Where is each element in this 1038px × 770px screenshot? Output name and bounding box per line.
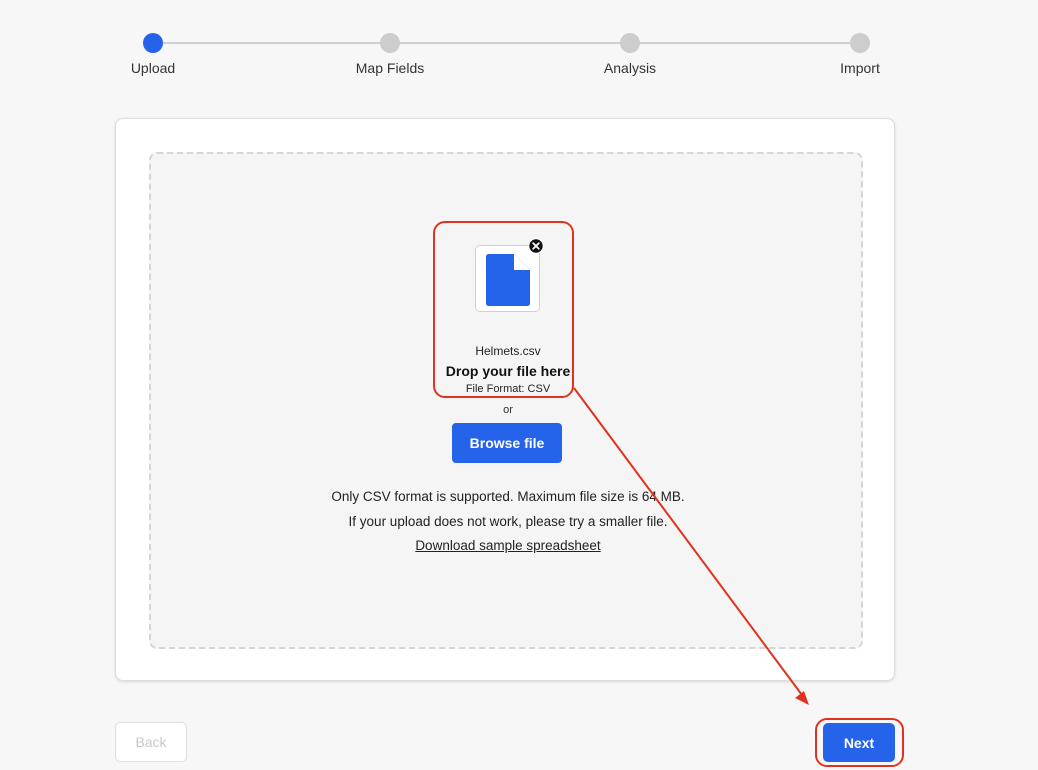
download-sample-link[interactable]: Download sample spreadsheet [415, 538, 600, 553]
upload-card: Helmets.csv Drop your file here File For… [115, 118, 895, 681]
download-sample-container: Download sample spreadsheet [151, 538, 865, 553]
step-analysis[interactable]: Analysis [570, 33, 690, 76]
step-map-fields-label: Map Fields [355, 60, 425, 76]
step-map-fields-indicator [380, 33, 400, 53]
step-upload-label: Upload [130, 60, 176, 76]
step-import-label: Import [840, 60, 880, 76]
step-analysis-label: Analysis [603, 60, 657, 76]
document-icon [486, 254, 530, 306]
step-import-indicator [850, 33, 870, 53]
step-import[interactable]: Import [800, 33, 920, 76]
stepper-track [155, 42, 863, 44]
browse-file-button[interactable]: Browse file [452, 423, 562, 463]
step-upload[interactable]: Upload [93, 33, 213, 76]
file-format-hint: File Format: CSV [465, 383, 551, 395]
step-map-fields[interactable]: Map Fields [330, 33, 450, 76]
upload-help-text: If your upload does not work, please try… [348, 514, 668, 529]
file-dropzone[interactable]: Helmets.csv Drop your file here File For… [149, 152, 863, 649]
step-upload-indicator [143, 33, 163, 53]
uploaded-file-name: Helmets.csv [475, 344, 541, 358]
back-button[interactable]: Back [115, 722, 187, 762]
remove-file-button[interactable] [528, 238, 544, 254]
step-analysis-indicator [620, 33, 640, 53]
file-thumbnail [475, 245, 540, 312]
import-wizard-page: Upload Map Fields Analysis Import Helmet… [0, 0, 1038, 770]
next-button[interactable]: Next [823, 723, 895, 762]
or-separator: or [503, 404, 513, 416]
drop-title: Drop your file here [445, 363, 571, 379]
close-circle-icon [528, 238, 544, 254]
format-info-text: Only CSV format is supported. Maximum fi… [331, 489, 685, 504]
